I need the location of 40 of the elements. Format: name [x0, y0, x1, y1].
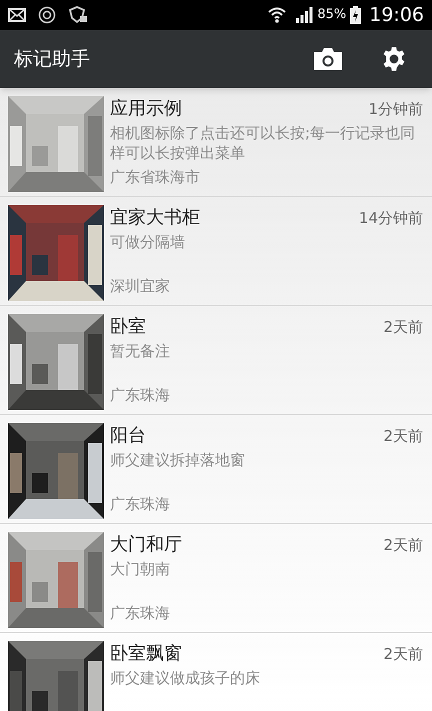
record-title: 应用示例: [110, 97, 182, 121]
record-location: 深圳宜家: [110, 276, 171, 296]
record-location: 广东珠海: [110, 494, 171, 514]
record-title: 卧室: [110, 315, 146, 339]
record-time: 2天前: [383, 644, 423, 665]
battery-percent: 85%: [317, 6, 346, 24]
record-location: 广东珠海: [110, 602, 171, 624]
record-location: 广东珠海: [110, 384, 171, 406]
record-time: 2天前: [383, 426, 423, 447]
app-title: 标记助手: [14, 46, 91, 72]
shield-icon: [68, 6, 88, 24]
settings-icon: [381, 46, 407, 72]
battery-charging-icon: [350, 6, 362, 24]
signal-icon: [295, 7, 314, 23]
record-time: 2天前: [383, 317, 423, 338]
record-note: 师父建议做成孩子的床: [110, 668, 261, 688]
record-title: 宜家大书柜: [110, 206, 200, 230]
record-row[interactable]: 宜家大书柜 14分钟前 可做分隔墙 深圳宜家: [0, 197, 432, 306]
record-note: 可做分隔墙: [110, 232, 186, 252]
record-title: 阳台: [110, 424, 146, 448]
record-row[interactable]: 卧室飘窗 2天前 师父建议做成孩子的床: [0, 633, 432, 711]
record-time: 1分钟前: [368, 99, 423, 120]
clock: 19:06: [369, 2, 424, 28]
record-row[interactable]: 阳台 2天前 师父建议拆掉落地窗 广东珠海: [0, 415, 432, 524]
record-note: 暂无备注: [110, 341, 171, 361]
mail-icon: [8, 8, 26, 22]
record-title: 卧室飘窗: [110, 642, 182, 666]
record-note: 师父建议拆掉落地窗: [110, 450, 246, 470]
record-note: 大门朝南: [110, 559, 171, 579]
record-time: 14分钟前: [358, 208, 423, 229]
record-row[interactable]: 应用示例 1分钟前 相机图标除了点击还可以长按;每一行记录也同样可以长按弹出菜单 广东省珠海市: [0, 88, 432, 197]
wifi-icon: [267, 6, 288, 24]
record-time: 2天前: [383, 535, 423, 556]
record-row[interactable]: 大门和厅 2天前 大门朝南 广东珠海: [0, 524, 432, 633]
record-note: 相机图标除了点击还可以长按;每一行记录也同样可以长按弹出菜单: [110, 123, 416, 163]
record-row[interactable]: 卧室 2天前 暂无备注 广东珠海: [0, 306, 432, 415]
target-icon: [38, 6, 56, 24]
camera-icon: [314, 48, 342, 70]
record-title: 大门和厅: [110, 533, 182, 557]
record-location: 广东省珠海市: [110, 166, 201, 188]
